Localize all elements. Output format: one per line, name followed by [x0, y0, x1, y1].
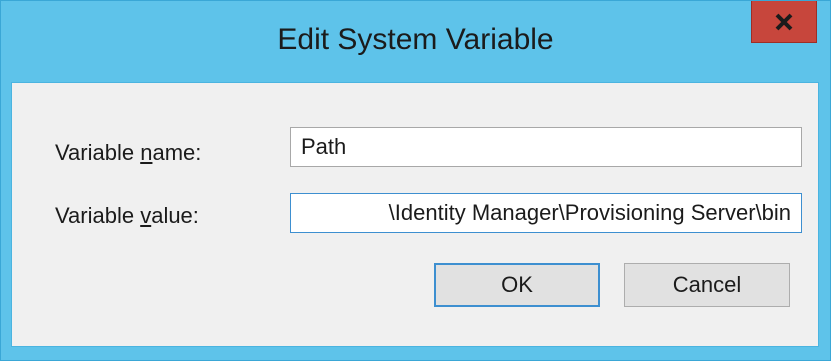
variable-name-label-prefix: Variable: [55, 140, 141, 165]
title-bar[interactable]: Edit System Variable: [1, 1, 830, 81]
variable-value-text: \Identity Manager\Provisioning Server\bi…: [388, 200, 791, 225]
close-icon: [774, 13, 794, 31]
variable-value-label-suffix: alue:: [151, 203, 199, 228]
variable-value-input[interactable]: \Identity Manager\Provisioning Server\bi…: [290, 193, 802, 233]
variable-name-label-suffix: ame:: [152, 140, 202, 165]
variable-value-label-prefix: Variable: [55, 203, 141, 228]
ok-button[interactable]: OK: [434, 263, 600, 307]
variable-name-input[interactable]: [290, 127, 802, 167]
dialog-window: Edit System Variable Variable name: Vari…: [0, 0, 831, 361]
variable-value-label-accelerator: v: [140, 203, 152, 228]
variable-name-label-accelerator: n: [140, 140, 153, 165]
variable-name-label: Variable name:: [55, 140, 201, 166]
close-button[interactable]: [751, 1, 817, 43]
dialog-body: Variable name: Variable value: \Identity…: [11, 82, 819, 347]
dialog-title: Edit System Variable: [277, 23, 554, 56]
cancel-button[interactable]: Cancel: [624, 263, 790, 307]
variable-value-label: Variable value:: [55, 203, 199, 229]
